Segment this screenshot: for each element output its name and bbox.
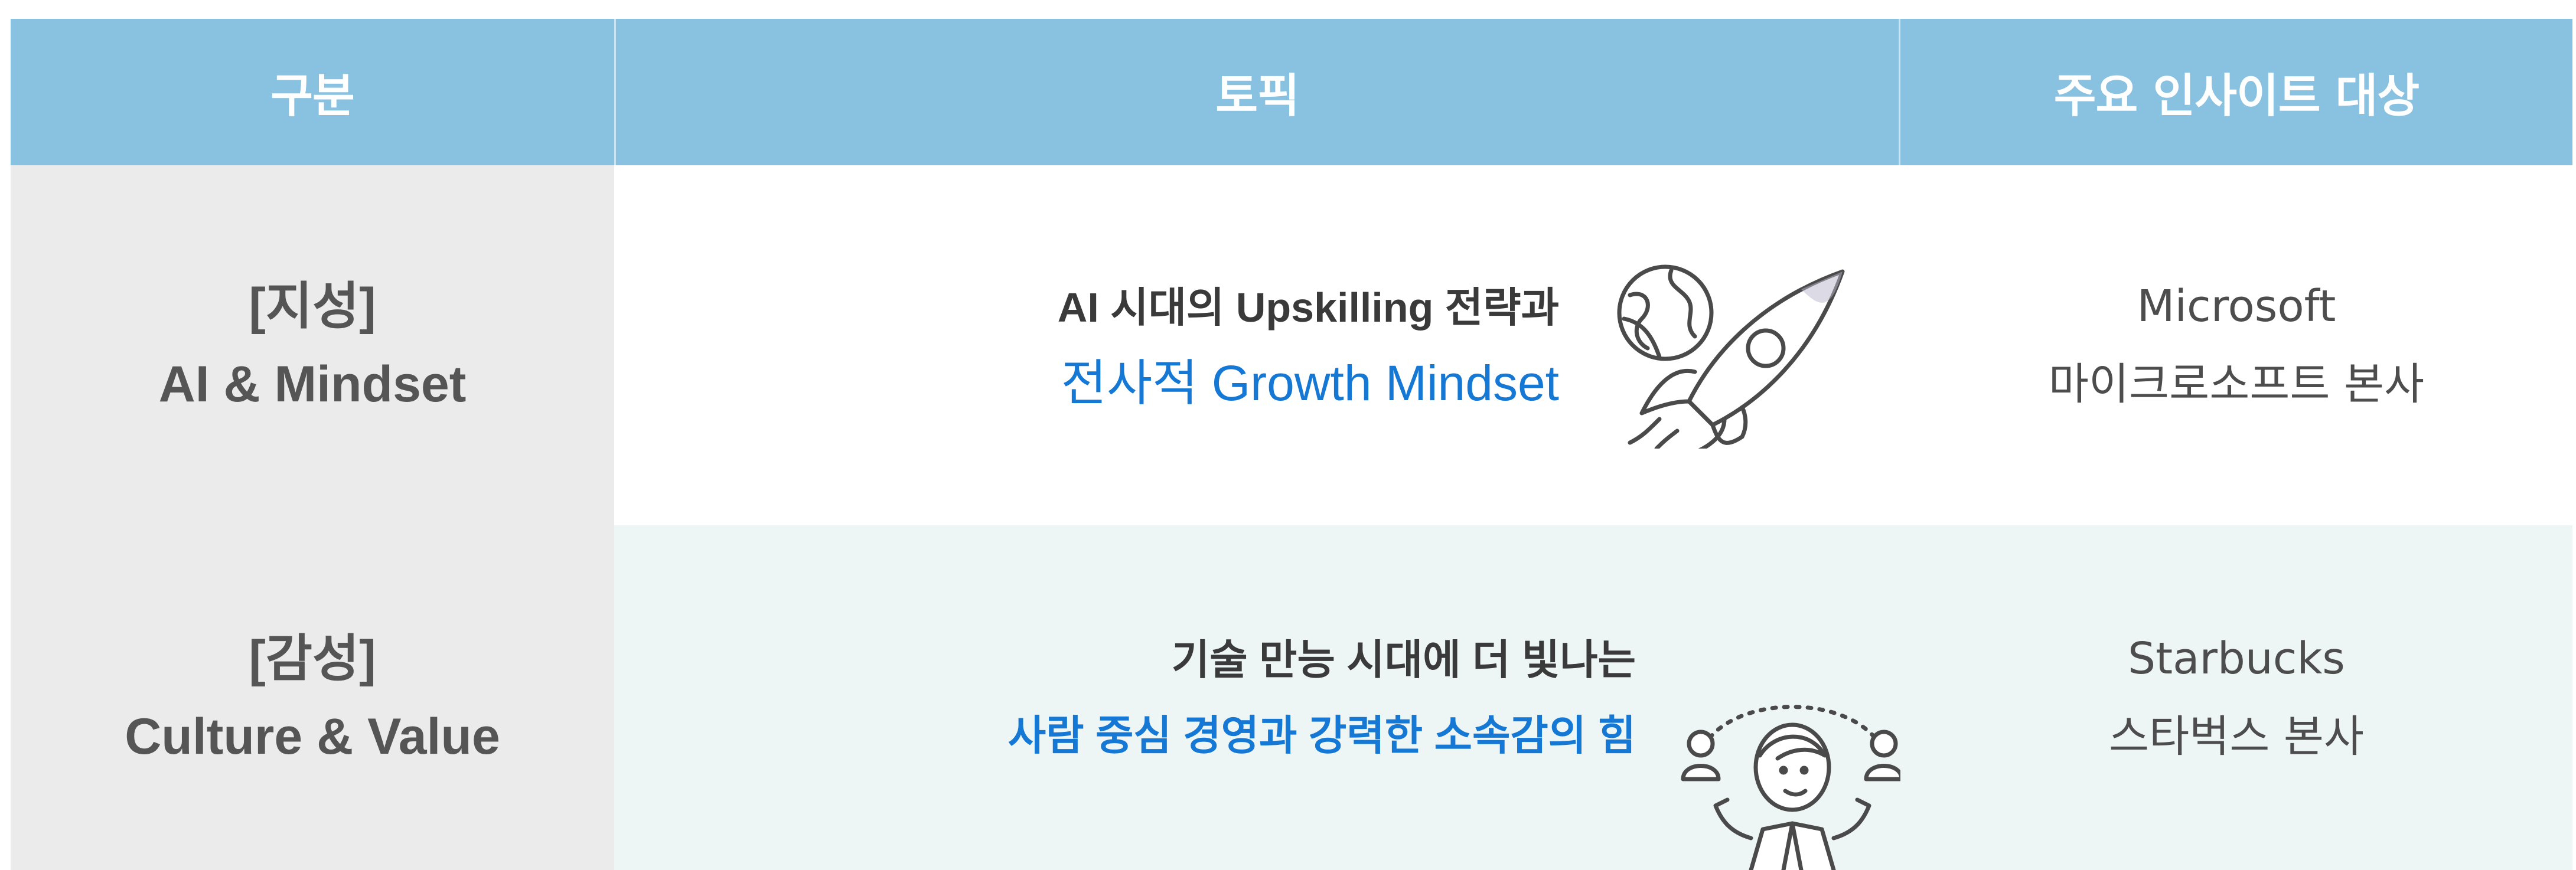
- header-category: 구분: [270, 70, 355, 123]
- header-topic: 토픽: [1215, 70, 1300, 123]
- category-title: Culture & Value: [125, 708, 500, 765]
- topic-table: 구분 토픽 주요 인사이트 대상 [지성] AI & Mindset AI 시대…: [11, 19, 2572, 870]
- table-row: [지성] AI & Mindset AI 시대의 Upskilling 전략과 …: [11, 165, 2572, 525]
- topic-cell: AI 시대의 Upskilling 전략과 전사적 Growth Mindset: [614, 165, 1900, 525]
- header-insight-target: 주요 인사이트 대상: [2053, 70, 2420, 123]
- insight-cell: Starbucks 스타벅스 본사: [1900, 525, 2572, 870]
- table-header: 구분 토픽 주요 인사이트 대상: [11, 19, 2572, 165]
- insight-company-en: Starbucks: [2128, 633, 2345, 684]
- insight-company-ko: 마이크로소프트 본사: [2048, 359, 2425, 410]
- category-title: AI & Mindset: [158, 356, 467, 413]
- leader-with-people-icon: [1681, 705, 1904, 870]
- rocket-icon: [1617, 264, 1845, 449]
- category-cell: [지성] AI & Mindset: [11, 165, 614, 525]
- topic-line-2: 전사적 Growth Mindset: [1061, 355, 1559, 411]
- topic-cell: 기술 만능 시대에 더 빛나는 사람 중심 경영과 강력한 소속감의 힘: [614, 525, 1904, 870]
- insight-company-en: Microsoft: [2137, 281, 2336, 332]
- topic-line-2: 사람 중심 경영과 강력한 소속감의 힘: [1007, 712, 1636, 758]
- topic-line-1: AI 시대의 Upskilling 전략과: [1057, 284, 1559, 331]
- category-cell: [감성] Culture & Value: [11, 525, 614, 870]
- table-row: [감성] Culture & Value 기술 만능 시대에 더 빛나는 사람 …: [11, 525, 2572, 870]
- insight-cell: Microsoft 마이크로소프트 본사: [1900, 165, 2572, 525]
- insight-company-ko: 스타벅스 본사: [2108, 711, 2364, 762]
- category-label: [감성]: [249, 630, 376, 687]
- topic-line-1: 기술 만능 시대에 더 빛나는: [1171, 637, 1636, 683]
- category-label: [지성]: [249, 278, 376, 335]
